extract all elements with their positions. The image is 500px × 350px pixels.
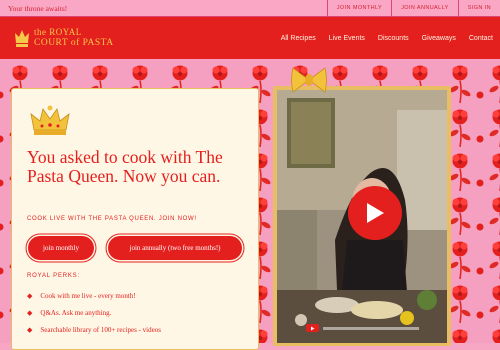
join-monthly-link[interactable]: JOIN MONTHLY	[326, 0, 391, 16]
perks-title: ROYAL PERKS:	[27, 273, 80, 279]
site-logo[interactable]: the ROYAL COURT of PASTA	[14, 27, 144, 49]
perk-text: Q&As. Ask me anything.	[40, 309, 112, 317]
nav-contact[interactable]: Contact	[469, 35, 493, 42]
perk-item: ◆ Searchable library of 100+ recipes - v…	[27, 326, 161, 334]
perk-item: ◆ Cook with me live - every month!	[27, 292, 136, 300]
play-button[interactable]	[348, 186, 402, 240]
pasta-bow-decoration	[291, 67, 327, 93]
diamond-icon: ◆	[27, 326, 33, 334]
diamond-icon: ◆	[27, 292, 33, 300]
nav-discounts[interactable]: Discounts	[378, 35, 409, 42]
main-nav: the ROYAL COURT of PASTA All Recipes Liv…	[0, 17, 500, 59]
join-annually-link[interactable]: JOIN ANNUALLY	[391, 0, 458, 16]
video-controls	[306, 320, 444, 336]
hero-headline: You asked to cook with The Pasta Queen. …	[27, 147, 223, 186]
announcement-text: Your throne awaits!	[8, 3, 68, 13]
gold-crown-icon	[30, 105, 70, 135]
join-monthly-button[interactable]: join monthly	[28, 236, 94, 260]
nav-giveaways[interactable]: Giveaways	[422, 35, 456, 42]
video-progress-bar[interactable]	[323, 326, 419, 330]
crown-logo-icon	[15, 30, 29, 47]
perk-text: Searchable library of 100+ recipes - vid…	[40, 326, 161, 334]
nav-all-recipes[interactable]: All Recipes	[281, 35, 316, 42]
join-annually-button[interactable]: join annually (two free months!)	[108, 236, 242, 260]
play-icon	[367, 203, 384, 223]
announcement-bar: Your throne awaits! JOIN MONTHLY JOIN AN…	[0, 0, 500, 17]
perk-text: Cook with me live - every month!	[40, 292, 136, 300]
nav-live-events[interactable]: Live Events	[329, 35, 365, 42]
youtube-icon[interactable]	[306, 324, 319, 332]
sign-in-link[interactable]: SIGN IN	[457, 0, 500, 16]
hero-subheading: COOK LIVE WITH THE PASTA QUEEN. JOIN NOW…	[27, 216, 197, 222]
logo-line-2: COURT of PASTA	[34, 38, 114, 48]
diamond-icon: ◆	[27, 309, 33, 317]
perk-item: ◆ Q&As. Ask me anything.	[27, 309, 111, 317]
logo-line-1: the ROYAL	[34, 27, 82, 37]
